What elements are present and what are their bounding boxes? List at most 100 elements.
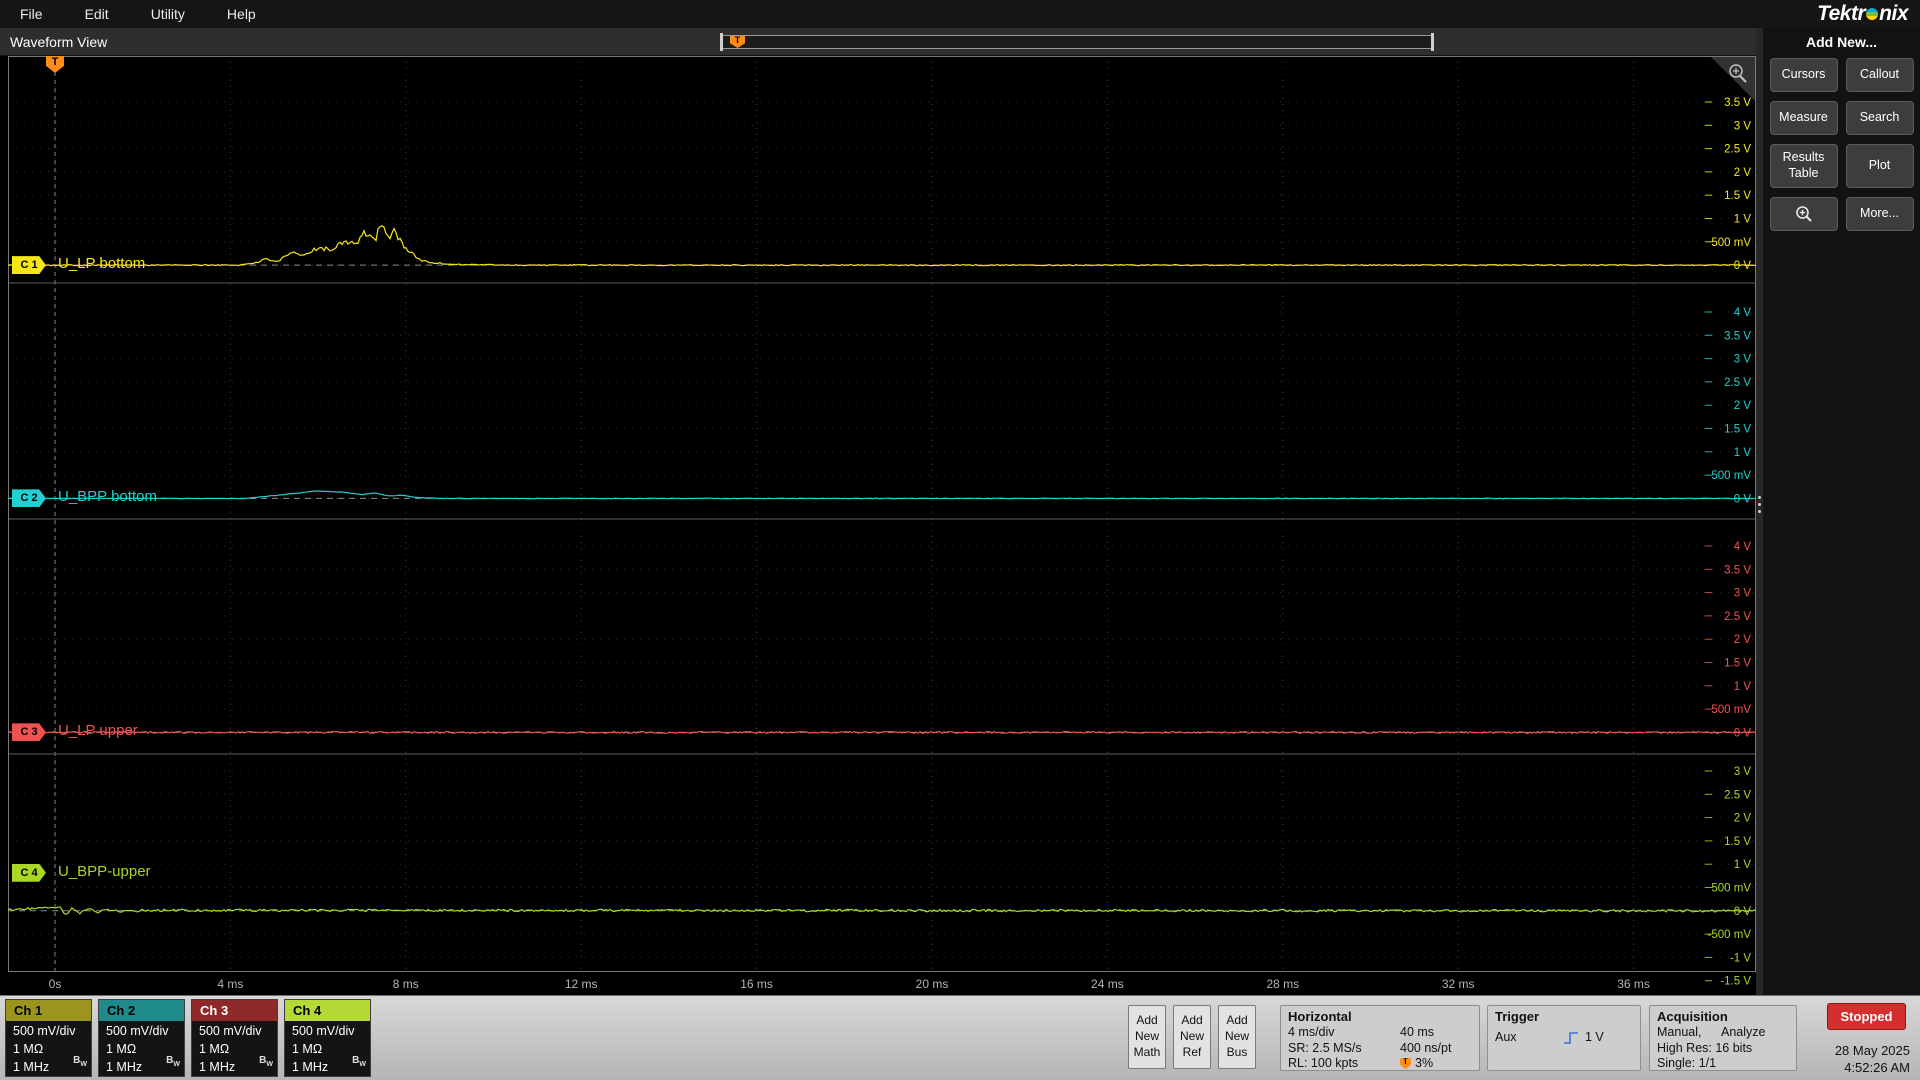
status-bar: Ch 1 500 mV/div 1 MΩ 1 MHz BW Ch 2 500 mV/div 1… xyxy=(0,995,1920,1080)
panel-divider[interactable] xyxy=(1756,28,1763,995)
channel-tile-title: Ch 3 xyxy=(192,1000,277,1021)
datetime: 28 May 2025 4:52:26 AM xyxy=(1835,1042,1910,1076)
channel-label-c3[interactable]: U_LP upper xyxy=(58,722,138,739)
channel-label-c4[interactable]: U_BPP-upper xyxy=(58,863,151,880)
zoom-button[interactable] xyxy=(1769,197,1838,231)
waveform-plot: 3.5 V 3 V 2.5 V 2 V 1.5 V 1 V 500 mV 0 V 4 V 3.5 … xyxy=(8,56,1756,994)
waveform-trace-c2 xyxy=(8,490,1756,500)
add-new-ref-button[interactable]: Add New Ref xyxy=(1173,1005,1211,1069)
add-new-title: Add New... xyxy=(1805,34,1878,50)
date-label: 28 May 2025 xyxy=(1834,1043,1910,1058)
svg-text:24 ms: 24 ms xyxy=(1091,977,1124,991)
channel-tile-ch2[interactable]: Ch 2 500 mV/div 1 MΩ 1 MHz BW xyxy=(98,999,185,1077)
svg-text:28 ms: 28 ms xyxy=(1266,977,1299,991)
horizontal-position: 3% xyxy=(1415,1056,1434,1070)
measure-button[interactable]: Measure xyxy=(1769,101,1838,135)
horizontal-sample-rate: SR: 2.5 MS/s xyxy=(1288,1040,1362,1055)
trigger-title: Trigger xyxy=(1495,1009,1540,1024)
svg-text:-500 mV: -500 mV xyxy=(1708,929,1752,941)
add-new-bus-button[interactable]: Add New Bus xyxy=(1218,1005,1256,1069)
results-table-button[interactable]: Results Table xyxy=(1769,144,1838,188)
channel-tile-settings: 500 mV/div 1 MΩ 1 MHz BW xyxy=(199,1024,273,1074)
trigger-panel[interactable]: Trigger Aux 1 V xyxy=(1487,1005,1641,1071)
channel-label-c2[interactable]: U_BPP bottom xyxy=(58,488,157,505)
svg-text:3 V: 3 V xyxy=(1734,588,1752,600)
add-new-grid: Cursors Callout Measure Search Results Table… xyxy=(1763,58,1920,231)
channel-tile-title: Ch 2 xyxy=(99,1000,184,1021)
search-button[interactable]: Search xyxy=(1845,101,1914,135)
tektronix-logo: Tektr nix xyxy=(1817,2,1908,25)
svg-text:3 V: 3 V xyxy=(1734,354,1752,366)
trigger-position-icon: T xyxy=(1400,1058,1411,1070)
svg-text:3.5 V: 3.5 V xyxy=(1724,330,1751,342)
channel-tile-ch4[interactable]: Ch 4 500 mV/div 1 MΩ 1 MHz BW xyxy=(284,999,371,1077)
channel-tile-ch3[interactable]: Ch 3 500 mV/div 1 MΩ 1 MHz BW xyxy=(191,999,278,1077)
svg-text:500 mV: 500 mV xyxy=(1711,704,1751,716)
svg-text:3.5 V: 3.5 V xyxy=(1724,564,1751,576)
svg-text:2 V: 2 V xyxy=(1734,813,1752,825)
svg-text:16 ms: 16 ms xyxy=(740,977,773,991)
stopped-button[interactable]: Stopped xyxy=(1827,1003,1906,1030)
acquisition-analyze: Analyze xyxy=(1721,1025,1766,1039)
menu-utility[interactable]: Utility xyxy=(151,6,185,22)
tektronix-o-icon xyxy=(1866,8,1879,20)
bandwidth-icon: BW xyxy=(166,1055,180,1068)
plot-area[interactable]: 3.5 V 3 V 2.5 V 2 V 1.5 V 1 V 500 mV 0 V 4 V 3.5 … xyxy=(8,56,1756,994)
svg-text:0 V: 0 V xyxy=(1734,260,1752,272)
svg-text:-1 V: -1 V xyxy=(1730,952,1751,964)
channel-label-c1[interactable]: U_LP bottom xyxy=(58,255,145,272)
channel-tile-title: Ch 4 xyxy=(285,1000,370,1021)
acquisition-detail: High Res: 16 bits xyxy=(1657,1040,1753,1055)
svg-text:2 V: 2 V xyxy=(1734,400,1752,412)
svg-text:2 V: 2 V xyxy=(1734,167,1752,179)
svg-text:20 ms: 20 ms xyxy=(916,977,949,991)
acquisition-title: Acquisition xyxy=(1657,1009,1728,1024)
channel-tile-settings: 500 mV/div 1 MΩ 1 MHz BW xyxy=(106,1024,180,1074)
svg-text:1 V: 1 V xyxy=(1734,447,1752,459)
cursors-button[interactable]: Cursors xyxy=(1769,58,1838,92)
right-panel: Add New... Cursors Callout Measure Search Re… xyxy=(1763,28,1920,995)
record-trigger-marker-icon[interactable]: T xyxy=(730,36,745,48)
channel-badge-c4[interactable]: C 4 xyxy=(12,863,46,882)
menu-help[interactable]: Help xyxy=(227,6,256,22)
channel-badge-c3[interactable]: C 3 xyxy=(12,723,46,742)
channel-tile-settings: 500 mV/div 1 MΩ 1 MHz BW xyxy=(292,1024,366,1074)
record-view-indicator[interactable]: T xyxy=(720,33,1434,51)
oscilloscope-app: File Edit Utility Help Tektr nix Waveform Vi… xyxy=(0,0,1920,1080)
svg-text:3.5 V: 3.5 V xyxy=(1724,97,1751,109)
svg-text:2.5 V: 2.5 V xyxy=(1724,144,1751,156)
svg-text:0s: 0s xyxy=(49,977,62,991)
horizontal-scale: 4 ms/div xyxy=(1288,1025,1335,1039)
horizontal-panel[interactable]: Horizontal 4 ms/div 40 ms SR: 2.5 MS/s 4… xyxy=(1280,1005,1480,1071)
plot-button[interactable]: Plot xyxy=(1845,144,1914,188)
divider-handle-icon[interactable] xyxy=(1758,496,1761,513)
callout-button[interactable]: Callout xyxy=(1845,58,1914,92)
svg-text:500 mV: 500 mV xyxy=(1711,883,1751,895)
more-button[interactable]: More... xyxy=(1845,197,1914,231)
svg-text:-1.5 V: -1.5 V xyxy=(1720,976,1751,988)
svg-text:500 mV: 500 mV xyxy=(1711,237,1751,249)
svg-text:36 ms: 36 ms xyxy=(1617,977,1650,991)
svg-text:0 V: 0 V xyxy=(1734,906,1752,918)
menu-file[interactable]: File xyxy=(20,6,43,22)
add-new-math-button[interactable]: Add New Math xyxy=(1128,1005,1166,1069)
svg-text:1.5 V: 1.5 V xyxy=(1724,658,1751,670)
menu-edit[interactable]: Edit xyxy=(85,6,109,22)
channel-badge-c1[interactable]: C 1 xyxy=(12,256,46,275)
menu-bar-container: File Edit Utility Help Tektr nix xyxy=(0,0,1920,28)
time-axis: 0s 4 ms 8 ms 12 ms 16 ms 20 ms 24 ms 28 ms 32 ms… xyxy=(49,977,1650,991)
svg-text:2.5 V: 2.5 V xyxy=(1724,611,1751,623)
channel-tile-ch1[interactable]: Ch 1 500 mV/div 1 MΩ 1 MHz BW xyxy=(5,999,92,1077)
acquisition-single: Single: 1/1 xyxy=(1657,1056,1717,1070)
channel-tile-settings: 500 mV/div 1 MΩ 1 MHz BW xyxy=(13,1024,87,1074)
trigger-source: Aux xyxy=(1495,1030,1517,1044)
channel-badge-c2[interactable]: C 2 xyxy=(12,489,46,508)
scale-labels-c4: 3 V 2.5 V 2 V 1.5 V 1 V 500 mV 0 V -500 mV -1 V -… xyxy=(1705,766,1751,988)
svg-text:4 V: 4 V xyxy=(1734,307,1752,319)
svg-text:4 ms: 4 ms xyxy=(217,977,243,991)
zoom-corner-icon[interactable] xyxy=(1711,57,1755,101)
acquisition-panel[interactable]: Acquisition Manual, Analyze High Res: 16… xyxy=(1649,1005,1797,1071)
svg-text:3 V: 3 V xyxy=(1734,120,1752,132)
svg-text:4 V: 4 V xyxy=(1734,541,1752,553)
svg-text:3 V: 3 V xyxy=(1734,766,1752,778)
